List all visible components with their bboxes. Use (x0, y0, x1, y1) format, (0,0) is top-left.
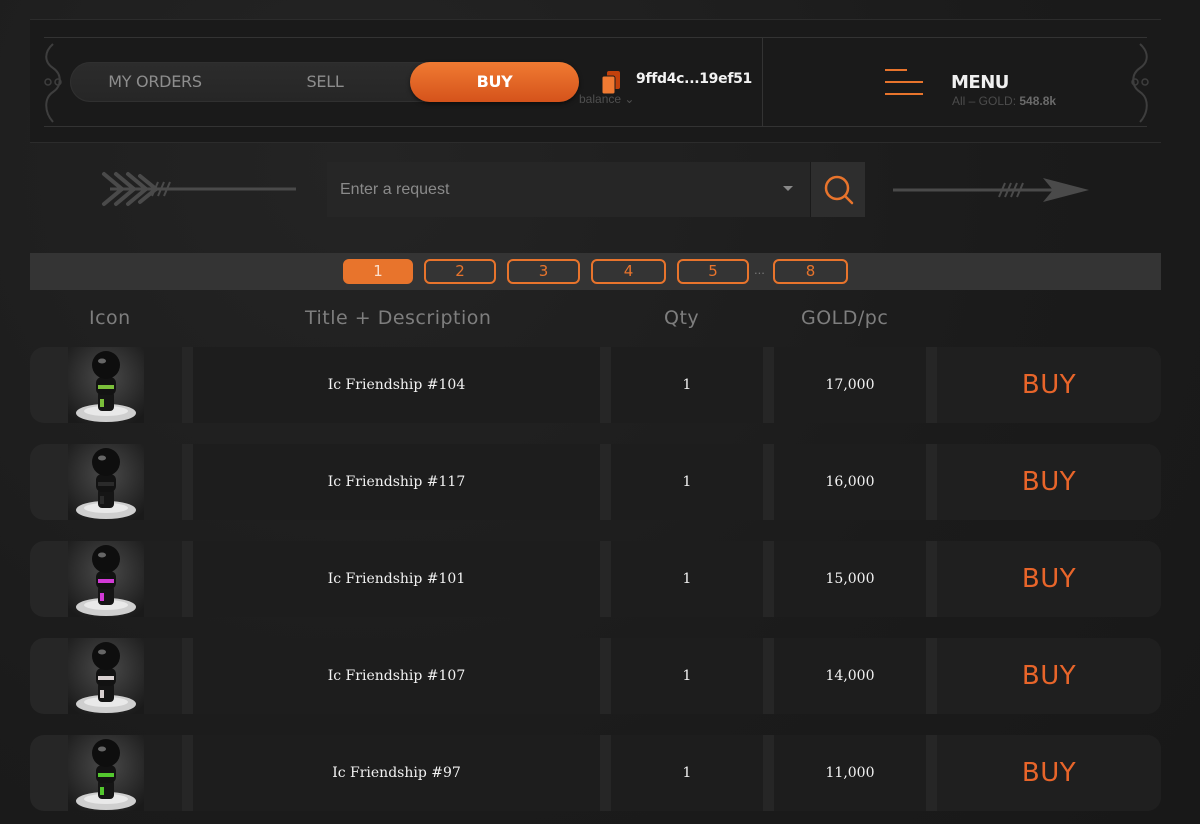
item-icon-cell (68, 444, 182, 520)
page-button-5[interactable]: 5 (677, 259, 749, 284)
buy-button[interactable]: BUY (937, 541, 1161, 617)
menu-icon[interactable] (885, 66, 923, 98)
item-qty: 1 (682, 668, 692, 684)
item-price-cell: 14,000 (774, 638, 926, 714)
top-header: MY ORDERS SELL BUY 9ffd4c...19ef51 balan… (30, 19, 1161, 143)
page-button-4[interactable]: 4 (591, 259, 666, 284)
header-frame-line-top (44, 37, 1147, 38)
item-title: Ic Friendship #97 (332, 765, 461, 781)
item-qty-cell: 1 (611, 638, 763, 714)
item-title: Ic Friendship #101 (327, 571, 466, 587)
buy-button-label: BUY (1021, 758, 1077, 788)
arrow-fletching-left-icon (102, 172, 296, 206)
item-title-cell: Ic Friendship #117 (193, 444, 600, 520)
dropdown-caret-icon[interactable] (783, 186, 793, 191)
item-qty: 1 (682, 377, 692, 393)
gold-balance-prefix: All – GOLD (952, 94, 1013, 108)
item-price: 11,000 (825, 765, 875, 781)
page-button-8[interactable]: 8 (773, 259, 848, 284)
chevron-down-icon: ⌄ (624, 92, 635, 106)
header-divider (762, 37, 763, 127)
wallet-address[interactable]: 9ffd4c...19ef51 (636, 71, 752, 87)
buy-button-label: BUY (1021, 467, 1077, 497)
column-header-price: GOLD/pc (801, 307, 889, 329)
item-title-cell: Ic Friendship #101 (193, 541, 600, 617)
ornament-flourish-right-icon (1131, 43, 1149, 123)
item-icon-cell (68, 347, 182, 423)
tab-sell[interactable]: SELL (260, 62, 390, 102)
buy-button-label: BUY (1021, 661, 1077, 691)
listing-row: Ic Friendship #104 1 17,000 BUY (30, 347, 1161, 423)
item-qty-cell: 1 (611, 444, 763, 520)
item-price-cell: 15,000 (774, 541, 926, 617)
page-button-3[interactable]: 3 (507, 259, 580, 284)
buy-button-label: BUY (1021, 564, 1077, 594)
item-qty: 1 (682, 474, 692, 490)
buy-button[interactable]: BUY (937, 444, 1161, 520)
item-qty: 1 (682, 765, 692, 781)
item-icon-cell (68, 541, 182, 617)
item-price-cell: 11,000 (774, 735, 926, 811)
gold-balance-ghost: All – GOLD: 548.8k (952, 94, 1057, 108)
item-title-cell: Ic Friendship #104 (193, 347, 600, 423)
character-thumbnail-icon[interactable] (68, 541, 144, 617)
search-icon (824, 175, 854, 205)
item-title: Ic Friendship #117 (327, 474, 466, 490)
header-frame-line-bottom (44, 126, 1147, 127)
tab-buy[interactable]: BUY (410, 62, 579, 102)
character-thumbnail-icon[interactable] (68, 444, 144, 520)
character-thumbnail-icon[interactable] (68, 638, 144, 714)
menu-button-label[interactable]: MENU (951, 72, 1009, 93)
gold-balance-value: 548.8k (1019, 94, 1057, 108)
buy-button[interactable]: BUY (937, 347, 1161, 423)
item-price-cell: 17,000 (774, 347, 926, 423)
page-button-2[interactable]: 2 (424, 259, 496, 284)
column-header-qty: Qty (664, 307, 700, 329)
arrow-head-right-icon (893, 178, 1089, 202)
ornament-flourish-left-icon (44, 43, 62, 123)
item-qty-cell: 1 (611, 541, 763, 617)
buy-button-label: BUY (1021, 370, 1077, 400)
order-mode-switch: MY ORDERS SELL BUY (70, 62, 579, 102)
item-icon-cell (68, 735, 182, 811)
item-title: Ic Friendship #107 (327, 668, 466, 684)
item-title-cell: Ic Friendship #97 (193, 735, 600, 811)
item-qty: 1 (682, 571, 692, 587)
search-button[interactable] (810, 162, 865, 217)
listing-row: Ic Friendship #97 1 11,000 BUY (30, 735, 1161, 811)
buy-button[interactable]: BUY (937, 735, 1161, 811)
item-title-cell: Ic Friendship #107 (193, 638, 600, 714)
balance-label: balance (579, 92, 622, 106)
item-price-cell: 16,000 (774, 444, 926, 520)
search-input[interactable] (327, 162, 787, 217)
page-button-1[interactable]: 1 (343, 259, 413, 284)
character-thumbnail-icon[interactable] (68, 735, 144, 811)
tab-my-orders[interactable]: MY ORDERS (70, 62, 240, 102)
listing-row: Ic Friendship #101 1 15,000 BUY (30, 541, 1161, 617)
buy-button[interactable]: BUY (937, 638, 1161, 714)
search-bar (327, 162, 810, 217)
item-qty-cell: 1 (611, 735, 763, 811)
item-icon-cell (68, 638, 182, 714)
pagination-ellipsis: ... (754, 262, 765, 277)
character-thumbnail-icon[interactable] (68, 347, 144, 423)
item-price: 15,000 (825, 571, 875, 587)
wallet-balance-toggle[interactable]: balance ⌄ (579, 92, 634, 106)
item-price: 16,000 (825, 474, 875, 490)
item-price: 17,000 (825, 377, 875, 393)
item-qty-cell: 1 (611, 347, 763, 423)
item-price: 14,000 (825, 668, 875, 684)
listing-row: Ic Friendship #107 1 14,000 BUY (30, 638, 1161, 714)
column-header-icon: Icon (89, 307, 131, 329)
item-title: Ic Friendship #104 (327, 377, 466, 393)
listing-row: Ic Friendship #117 1 16,000 BUY (30, 444, 1161, 520)
column-header-title: Title + Description (305, 307, 492, 329)
